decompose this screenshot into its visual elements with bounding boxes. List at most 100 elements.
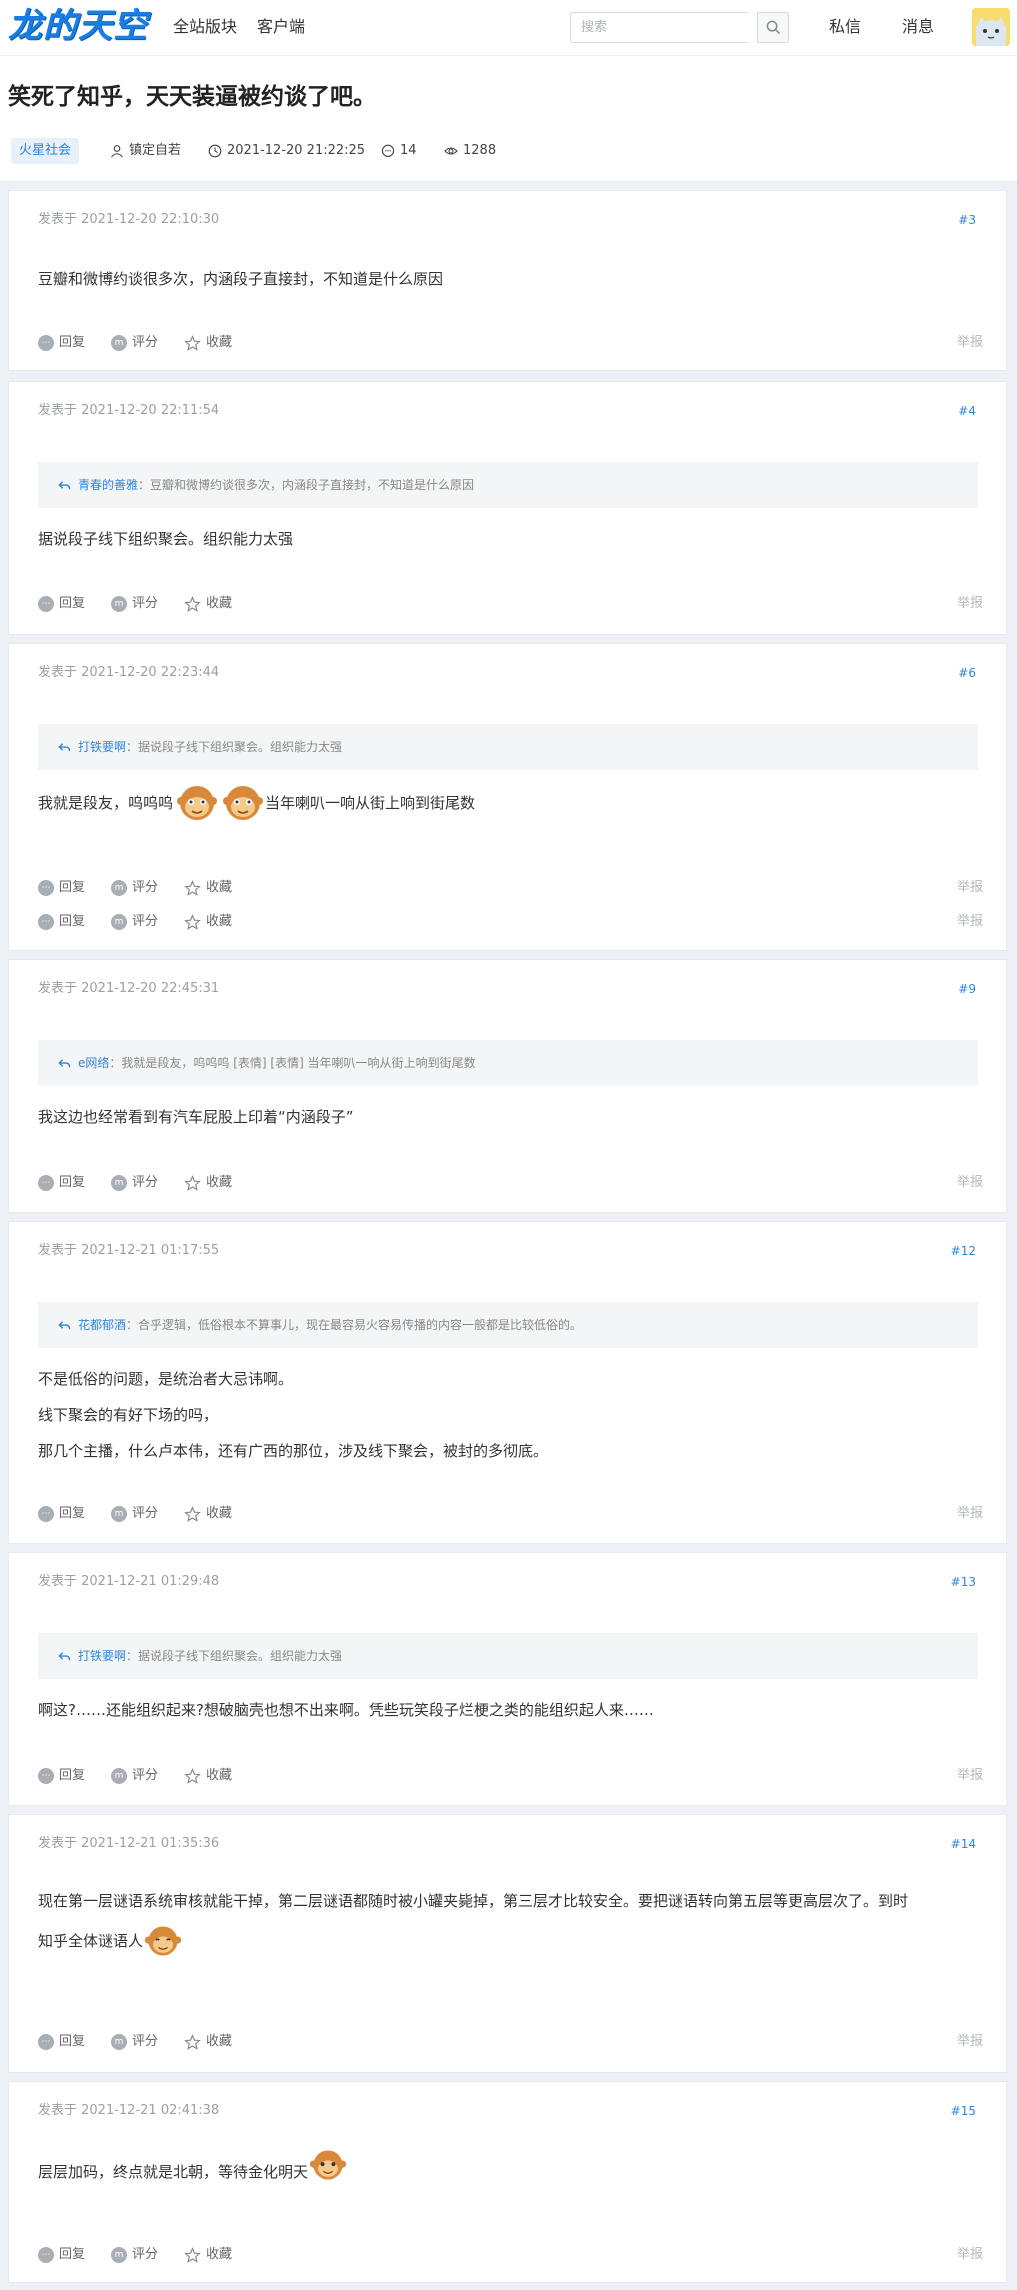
report-link[interactable]: 举报: [957, 594, 983, 614]
quote-user[interactable]: 打铁要啊: [78, 1633, 126, 1679]
report-link[interactable]: 举报: [957, 2032, 983, 2052]
favorite-button[interactable]: 收藏: [184, 1504, 232, 1524]
reply-button[interactable]: ⋯ 回复: [38, 878, 85, 898]
rate-button[interactable]: m 评分: [111, 333, 158, 353]
favorite-button[interactable]: 收藏: [184, 333, 232, 353]
top-header: 龙的天空 全站版块 客户端 私信 消息: [0, 0, 1017, 56]
reply-icon: ⋯: [38, 1175, 54, 1191]
post-floor[interactable]: #6: [958, 664, 976, 682]
reply-icon: ⋯: [38, 596, 54, 612]
thread-time: 2021-12-20 21:22:25: [208, 138, 365, 164]
quote-user[interactable]: e网络: [78, 1040, 109, 1086]
favorite-label: 收藏: [206, 1175, 233, 1190]
thread-title: 笑死了知乎，天天装逼被约谈了吧。: [8, 84, 376, 110]
post-card: 发表于 2021-12-21 02:41:38 #15 层层加码，终点就是北朝，…: [8, 2081, 1007, 2283]
eye-icon: [444, 147, 458, 155]
quote-block: 青春的善雅 ：豆瓣和微博约谈很多次，内涵段子直接封，不知道是什么原因: [38, 462, 978, 508]
favorite-button[interactable]: 收藏: [184, 912, 232, 932]
reply-icon: ⋯: [38, 335, 54, 351]
rate-button[interactable]: m 评分: [111, 2032, 158, 2052]
report-link[interactable]: 举报: [957, 333, 983, 353]
reply-label: 回复: [59, 335, 86, 350]
rate-icon: m: [111, 1768, 127, 1784]
favorite-label: 收藏: [206, 1768, 233, 1783]
forum-tag[interactable]: 火星社会: [11, 138, 80, 164]
thread-author-name: 镇定自若: [129, 143, 182, 158]
favorite-button[interactable]: 收藏: [184, 594, 232, 614]
favorite-button[interactable]: 收藏: [184, 1173, 232, 1193]
reply-button[interactable]: ⋯ 回复: [38, 594, 85, 614]
reply-button[interactable]: ⋯ 回复: [38, 1504, 85, 1524]
monkey-emoji-icon: [144, 1926, 182, 1956]
rate-button[interactable]: m 评分: [111, 1504, 158, 1524]
reply-button[interactable]: ⋯ 回复: [38, 2032, 85, 2052]
notifications-link[interactable]: 消息: [902, 16, 934, 38]
reply-button[interactable]: ⋯ 回复: [38, 1173, 85, 1193]
rate-label: 评分: [132, 914, 159, 929]
report-link[interactable]: 举报: [957, 878, 983, 898]
reply-icon: ⋯: [38, 2247, 54, 2263]
quote-user[interactable]: 青春的善雅: [78, 462, 138, 508]
post-line: 那几个主播，什么卢本伟，还有广西的那位，涉及线下聚会，被封的多彻底。: [38, 1442, 549, 1460]
favorite-button[interactable]: 收藏: [184, 2245, 232, 2265]
search-input[interactable]: [570, 12, 748, 43]
user-avatar[interactable]: [972, 8, 1010, 46]
report-link[interactable]: 举报: [957, 1173, 983, 1193]
reply-label: 回复: [59, 1506, 86, 1521]
post-floor[interactable]: #15: [951, 2102, 976, 2120]
reply-button[interactable]: ⋯ 回复: [38, 1766, 85, 1786]
post-time: 发表于 2021-12-21 01:17:55: [38, 1243, 220, 1258]
reply-button[interactable]: ⋯ 回复: [38, 2245, 85, 2265]
post-card: 发表于 2021-12-20 22:11:54 #4 青春的善雅 ：豆瓣和微博约谈…: [8, 381, 1007, 635]
reply-button[interactable]: ⋯ 回复: [38, 333, 85, 353]
favorite-button[interactable]: 收藏: [184, 2032, 232, 2052]
post-actions: ⋯ 回复 m 评分 收藏 举报: [38, 912, 983, 932]
thread-author[interactable]: 镇定自若: [110, 138, 181, 164]
post-floor[interactable]: #13: [951, 1573, 976, 1591]
post-line: 我这边也经常看到有汽车屁股上印着“内涵段子”: [38, 1108, 354, 1126]
post-line: 现在第一层谜语系统审核就能干掉，第二层谜语都随时被小罐夹毙掉，第三层才比较安全。…: [38, 1892, 909, 1910]
nav-client[interactable]: 客户端: [257, 16, 305, 38]
quote-text: ：豆瓣和微博约谈很多次，内涵段子直接封，不知道是什么原因: [138, 478, 475, 492]
post-floor[interactable]: #9: [958, 980, 976, 998]
quote-text: ：合乎逻辑，低俗根本不算事儿，现在最容易火容易传播的内容一般都是比较低俗的。: [126, 1318, 583, 1332]
rate-button[interactable]: m 评分: [111, 1173, 158, 1193]
quote-user[interactable]: 打铁要啊: [78, 724, 126, 770]
report-link[interactable]: 举报: [957, 2245, 983, 2265]
reply-arrow-icon: [58, 1651, 71, 1660]
quote-block: e网络 ：我就是段友，呜呜呜 [表情] [表情] 当年喇叭一响从街上响到街尾数: [38, 1040, 978, 1086]
star-icon: [184, 879, 201, 896]
quote-user[interactable]: 花都郁酒: [78, 1302, 126, 1348]
rate-label: 评分: [132, 1175, 159, 1190]
rate-button[interactable]: m 评分: [111, 2245, 158, 2265]
post-floor[interactable]: #14: [951, 1835, 976, 1853]
report-link[interactable]: 举报: [957, 1766, 983, 1786]
post-floor[interactable]: #3: [958, 211, 976, 229]
site-logo[interactable]: 龙的天空: [8, 6, 148, 46]
rate-button[interactable]: m 评分: [111, 594, 158, 614]
monkey-emoji-icon: [223, 786, 264, 820]
reply-button[interactable]: ⋯ 回复: [38, 912, 85, 932]
favorite-button[interactable]: 收藏: [184, 1766, 232, 1786]
search-button[interactable]: [757, 12, 789, 43]
reply-icon: ⋯: [38, 1768, 54, 1784]
nav-all-forums[interactable]: 全站版块: [173, 16, 237, 38]
post-floor[interactable]: #12: [951, 1242, 976, 1260]
thread-replies-count: 14: [400, 143, 417, 158]
post-line: 据说段子线下组织聚会。组织能力太强: [38, 530, 294, 548]
post-body: 现在第一层谜语系统审核就能干掉，第二层谜语都随时被小罐夹毙掉，第三层才比较安全。…: [38, 1883, 978, 1963]
post-actions: ⋯ 回复 m 评分 收藏 举报: [38, 1173, 983, 1193]
report-link[interactable]: 举报: [957, 912, 983, 932]
rate-label: 评分: [132, 335, 159, 350]
post-card: 发表于 2021-12-21 01:29:48 #13 打铁要啊 ：据说段子线下组…: [8, 1552, 1007, 1806]
favorite-button[interactable]: 收藏: [184, 878, 232, 898]
rate-icon: m: [111, 1506, 127, 1522]
rate-button[interactable]: m 评分: [111, 912, 158, 932]
post-body: 据说段子线下组织聚会。组织能力太强: [38, 521, 978, 557]
report-link[interactable]: 举报: [957, 1504, 983, 1524]
private-messages-link[interactable]: 私信: [829, 16, 861, 38]
rate-button[interactable]: m 评分: [111, 1766, 158, 1786]
reply-label: 回复: [59, 2247, 86, 2262]
post-floor[interactable]: #4: [958, 402, 976, 420]
rate-button[interactable]: m 评分: [111, 878, 158, 898]
